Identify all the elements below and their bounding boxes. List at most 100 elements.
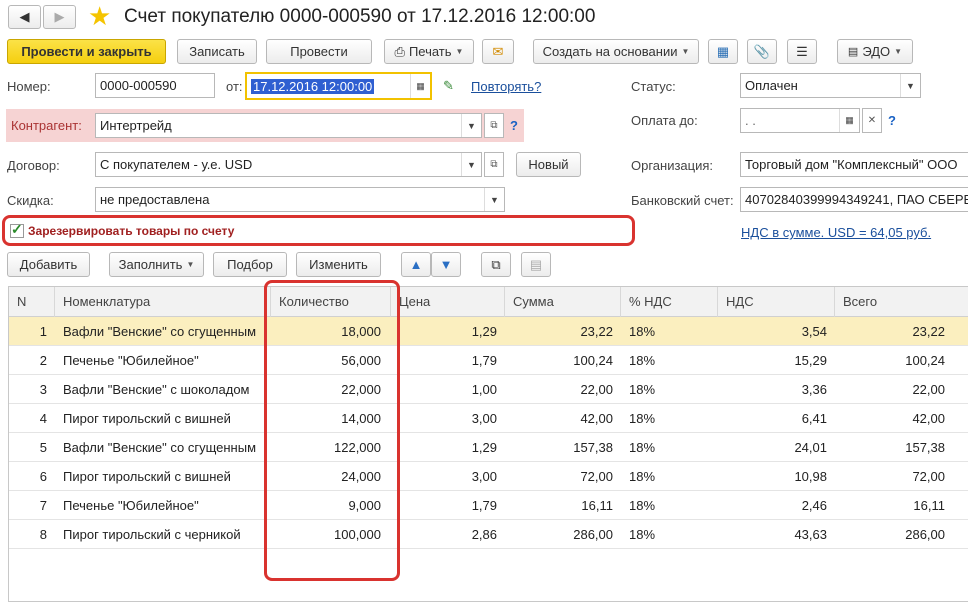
cell-total[interactable]: 22,00 <box>835 375 945 404</box>
header-vat[interactable]: НДС <box>718 287 835 317</box>
header-nomenclature[interactable]: Номенклатура <box>55 287 271 317</box>
cell-price[interactable]: 1,79 <box>391 491 497 520</box>
table-row[interactable]: 2 Печенье "Юбилейное" 56,000 1,79 100,24 18% 1… <box>9 346 968 375</box>
cell-total[interactable]: 23,22 <box>835 317 945 346</box>
status-select[interactable]: Оплачен ▼ <box>740 73 921 98</box>
calendar-icon[interactable]: ▦ <box>410 74 430 98</box>
cell-vat[interactable]: 3,36 <box>718 375 827 404</box>
cell-sum[interactable]: 23,22 <box>505 317 613 346</box>
cell-vat-rate[interactable]: 18% <box>629 317 709 346</box>
chevron-down-icon[interactable]: ▼ <box>461 153 481 176</box>
header-sum[interactable]: Сумма <box>505 287 621 317</box>
favorite-star-icon[interactable]: ★ <box>88 2 111 30</box>
counterparty-field[interactable]: Интертрейд ▼ <box>95 113 482 138</box>
chevron-down-icon[interactable]: ▼ <box>461 114 481 137</box>
cell-total[interactable]: 42,00 <box>835 404 945 433</box>
attach-button[interactable]: 📎 <box>747 39 777 64</box>
fill-button[interactable]: Заполнить ▼ <box>109 252 204 277</box>
cell-n[interactable]: 3 <box>17 375 47 404</box>
create-based-button[interactable]: Создать на основании ▼ <box>533 39 699 64</box>
counterparty-help-icon[interactable]: ? <box>510 118 518 133</box>
bank-account-field[interactable]: 40702840399994349241, ПАО СБЕРБАНК <box>740 187 968 212</box>
cell-price[interactable]: 3,00 <box>391 404 497 433</box>
number-field[interactable]: 0000-000590 <box>95 73 215 98</box>
cell-total[interactable]: 157,38 <box>835 433 945 462</box>
move-up-button[interactable]: ▲ <box>401 252 431 277</box>
table-row[interactable]: 6 Пирог тирольский с вишней 24,000 3,00 72,0… <box>9 462 968 491</box>
cell-name[interactable]: Вафли "Венские" со сгущенным <box>63 433 263 462</box>
copy-button[interactable]: ⧉ <box>481 252 511 277</box>
cell-price[interactable]: 3,00 <box>391 462 497 491</box>
cell-vat[interactable]: 2,46 <box>718 491 827 520</box>
cell-price[interactable]: 2,86 <box>391 520 497 549</box>
table-row[interactable]: 3 Вафли "Венские" с шоколадом 22,000 1,00 22… <box>9 375 968 404</box>
header-price[interactable]: Цена <box>391 287 505 317</box>
cell-n[interactable]: 4 <box>17 404 47 433</box>
chevron-down-icon[interactable]: ▼ <box>484 188 504 211</box>
organization-field[interactable]: Торговый дом "Комплексный" ООО <box>740 152 968 177</box>
pick-button[interactable]: Подбор <box>213 252 287 277</box>
contract-field[interactable]: С покупателем - у.е. USD ▼ <box>95 152 482 177</box>
cell-price[interactable]: 1,79 <box>391 346 497 375</box>
forward-button[interactable]: ▶ <box>43 5 76 29</box>
cell-name[interactable]: Вафли "Венские" с шоколадом <box>63 375 263 404</box>
back-button[interactable]: ◀ <box>8 5 41 29</box>
table-row[interactable]: 8 Пирог тирольский с черникой 100,000 2,86 2… <box>9 520 968 549</box>
cell-vat[interactable]: 3,54 <box>718 317 827 346</box>
cell-total[interactable]: 100,24 <box>835 346 945 375</box>
post-button[interactable]: Провести <box>266 39 372 64</box>
cell-sum[interactable]: 100,24 <box>505 346 613 375</box>
cell-total[interactable]: 286,00 <box>835 520 945 549</box>
edo-button[interactable]: ▤ ЭДО ▼ <box>837 39 913 64</box>
cell-total[interactable]: 16,11 <box>835 491 945 520</box>
cell-price[interactable]: 1,29 <box>391 317 497 346</box>
structure-button[interactable]: ▦ <box>708 39 738 64</box>
cell-vat[interactable]: 43,63 <box>718 520 827 549</box>
cell-n[interactable]: 7 <box>17 491 47 520</box>
paste-button[interactable]: ▤ <box>521 252 551 277</box>
open-counterparty-button[interactable]: ⧉ <box>484 113 504 138</box>
date-field[interactable]: 17.12.2016 12:00:00 ▦ <box>245 72 432 100</box>
table-row[interactable]: 5 Вафли "Венские" со сгущенным 122,000 1,29… <box>9 433 968 462</box>
cell-sum[interactable]: 22,00 <box>505 375 613 404</box>
cell-vat[interactable]: 6,41 <box>718 404 827 433</box>
cell-vat-rate[interactable]: 18% <box>629 491 709 520</box>
cell-name[interactable]: Печенье "Юбилейное" <box>63 491 263 520</box>
open-contract-button[interactable]: ⧉ <box>484 152 504 177</box>
cell-name[interactable]: Печенье "Юбилейное" <box>63 346 263 375</box>
cell-sum[interactable]: 286,00 <box>505 520 613 549</box>
move-down-button[interactable]: ▼ <box>431 252 461 277</box>
cell-vat[interactable]: 24,01 <box>718 433 827 462</box>
cell-vat[interactable]: 10,98 <box>718 462 827 491</box>
table-row[interactable]: 1 Вафли "Венские" со сгущенным 18,000 1,29 2… <box>9 317 968 346</box>
pay-until-field[interactable]: . . ▦ <box>740 108 860 133</box>
cell-vat-rate[interactable]: 18% <box>629 346 709 375</box>
cell-n[interactable]: 2 <box>17 346 47 375</box>
header-n[interactable]: N <box>9 287 55 317</box>
cell-price[interactable]: 1,29 <box>391 433 497 462</box>
cell-n[interactable]: 8 <box>17 520 47 549</box>
cell-vat-rate[interactable]: 18% <box>629 433 709 462</box>
cell-n[interactable]: 1 <box>17 317 47 346</box>
cell-sum[interactable]: 72,00 <box>505 462 613 491</box>
cell-total[interactable]: 72,00 <box>835 462 945 491</box>
cell-sum[interactable]: 157,38 <box>505 433 613 462</box>
cell-name[interactable]: Пирог тирольский с вишней <box>63 404 263 433</box>
cell-n[interactable]: 6 <box>17 462 47 491</box>
cell-vat-rate[interactable]: 18% <box>629 375 709 404</box>
header-vat-rate[interactable]: % НДС <box>621 287 718 317</box>
cell-vat[interactable]: 15,29 <box>718 346 827 375</box>
goods-table[interactable]: N Номенклатура Количество Цена Сумма % Н… <box>8 286 968 602</box>
cell-price[interactable]: 1,00 <box>391 375 497 404</box>
email-button[interactable]: ✉ <box>482 39 514 64</box>
pay-until-help-icon[interactable]: ? <box>888 113 896 128</box>
chevron-down-icon[interactable]: ▼ <box>900 74 920 97</box>
clear-pay-until-button[interactable]: ✕ <box>862 108 882 133</box>
cell-vat-rate[interactable]: 18% <box>629 520 709 549</box>
change-button[interactable]: Изменить <box>296 252 381 277</box>
cell-sum[interactable]: 42,00 <box>505 404 613 433</box>
cell-n[interactable]: 5 <box>17 433 47 462</box>
table-row[interactable]: 4 Пирог тирольский с вишней 14,000 3,00 42,0… <box>9 404 968 433</box>
print-button[interactable]: ⎙ Печать ▼ <box>384 39 474 64</box>
cell-vat-rate[interactable]: 18% <box>629 462 709 491</box>
